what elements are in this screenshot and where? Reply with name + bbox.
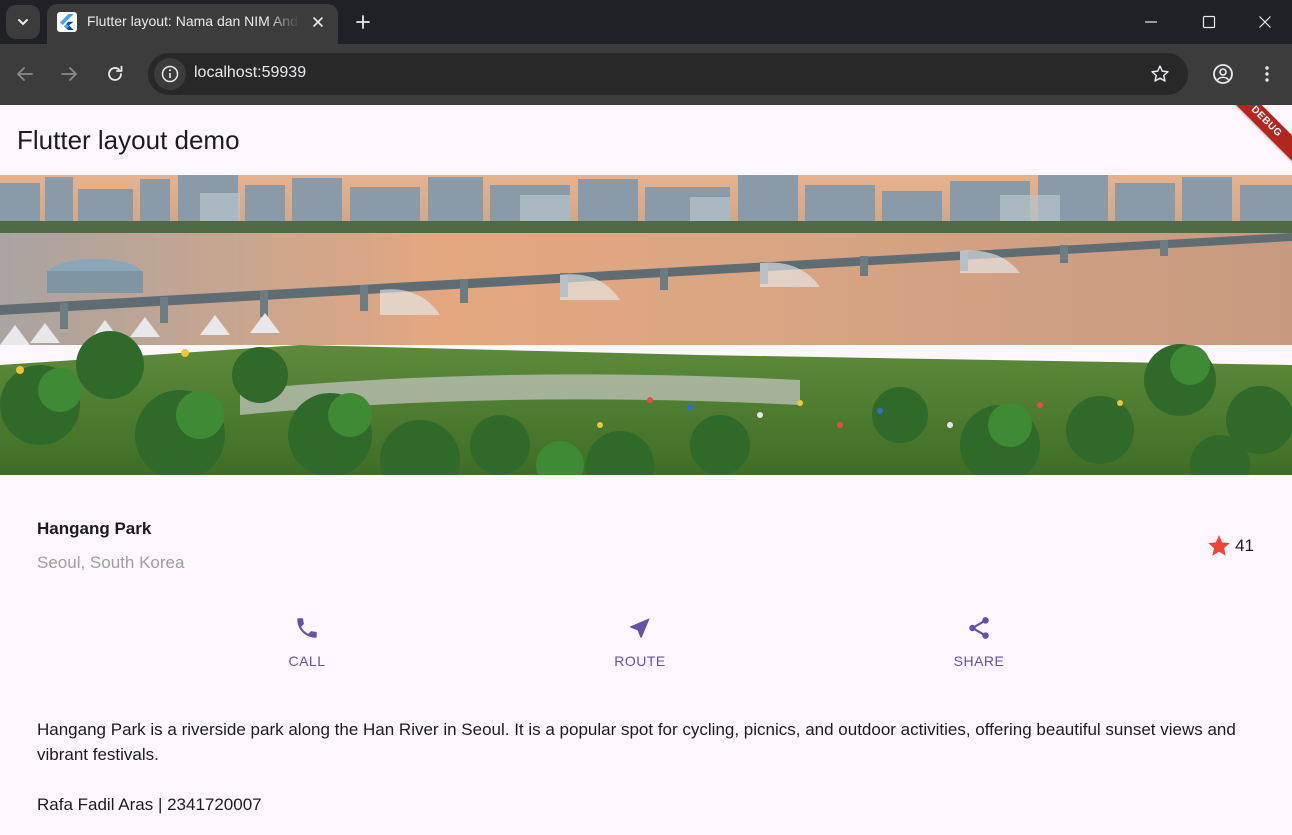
- tab-close-button[interactable]: [308, 12, 328, 32]
- flutter-app: Flutter layout demo DEBUG Hangang Park S…: [0, 105, 1292, 835]
- plus-icon: [356, 15, 370, 29]
- call-label: CALL: [288, 653, 326, 669]
- url-text[interactable]: localhost:59939: [194, 64, 306, 82]
- reload-icon: [108, 65, 123, 81]
- phone-icon: [297, 618, 317, 638]
- rating-count: 41: [1235, 536, 1254, 555]
- text-section: Hangang Park is a riverside park along t…: [37, 717, 1257, 817]
- app-bar: Flutter layout demo: [0, 105, 1292, 175]
- bookmark-button[interactable]: [1148, 62, 1172, 86]
- site-info-button[interactable]: [154, 58, 186, 90]
- star-icon: [1208, 535, 1230, 556]
- share-icon: [969, 617, 989, 639]
- back-button[interactable]: [8, 57, 42, 91]
- browser-toolbar: localhost:59939: [0, 44, 1292, 105]
- more-vertical-icon: [1265, 66, 1269, 82]
- chevron-down-icon: [18, 19, 28, 26]
- title-section: Hangang Park Seoul, South Korea 41: [0, 475, 1292, 605]
- maximize-icon: [1202, 15, 1216, 29]
- near-me-icon: [630, 618, 650, 638]
- info-icon: [161, 65, 179, 83]
- browser-menu-button[interactable]: [1250, 57, 1284, 91]
- minimize-button[interactable]: [1122, 0, 1180, 44]
- hero-image: [0, 175, 1292, 475]
- new-tab-button[interactable]: [348, 7, 378, 37]
- route-label: ROUTE: [614, 653, 666, 669]
- call-button[interactable]: CALL: [247, 615, 367, 669]
- close-icon: [313, 17, 323, 27]
- description: Hangang Park is a riverside park along t…: [37, 720, 1236, 764]
- profile-button[interactable]: [1206, 57, 1240, 91]
- tab-search-button[interactable]: [6, 5, 40, 39]
- flutter-logo-icon: [57, 12, 77, 32]
- arrow-right-icon: [61, 67, 77, 81]
- browser-tab-active[interactable]: Flutter layout: Nama dan NIM Anda: [47, 4, 338, 44]
- page-title: Flutter layout demo: [17, 125, 240, 155]
- star-outline-icon: [1151, 65, 1169, 82]
- minimize-icon: [1145, 21, 1157, 23]
- share-button[interactable]: SHARE: [919, 615, 1039, 669]
- close-icon: [1259, 16, 1271, 28]
- arrow-left-icon: [17, 67, 33, 81]
- address-bar[interactable]: localhost:59939: [148, 53, 1188, 95]
- window-close-button[interactable]: [1236, 0, 1292, 44]
- author-info: Rafa Fadil Aras | 2341720007: [37, 795, 262, 814]
- share-label: SHARE: [953, 653, 1005, 669]
- tab-title: Flutter layout: Nama dan NIM Anda: [87, 13, 299, 29]
- route-button[interactable]: ROUTE: [580, 615, 700, 669]
- place-name: Hangang Park: [37, 519, 152, 538]
- forward-button[interactable]: [52, 57, 86, 91]
- rating: 41: [1206, 533, 1254, 559]
- browser-tab-bar: Flutter layout: Nama dan NIM Anda: [0, 0, 1292, 44]
- reload-button[interactable]: [98, 57, 132, 91]
- maximize-button[interactable]: [1180, 0, 1238, 44]
- account-circle-icon: [1213, 64, 1233, 84]
- place-location: Seoul, South Korea: [37, 553, 185, 572]
